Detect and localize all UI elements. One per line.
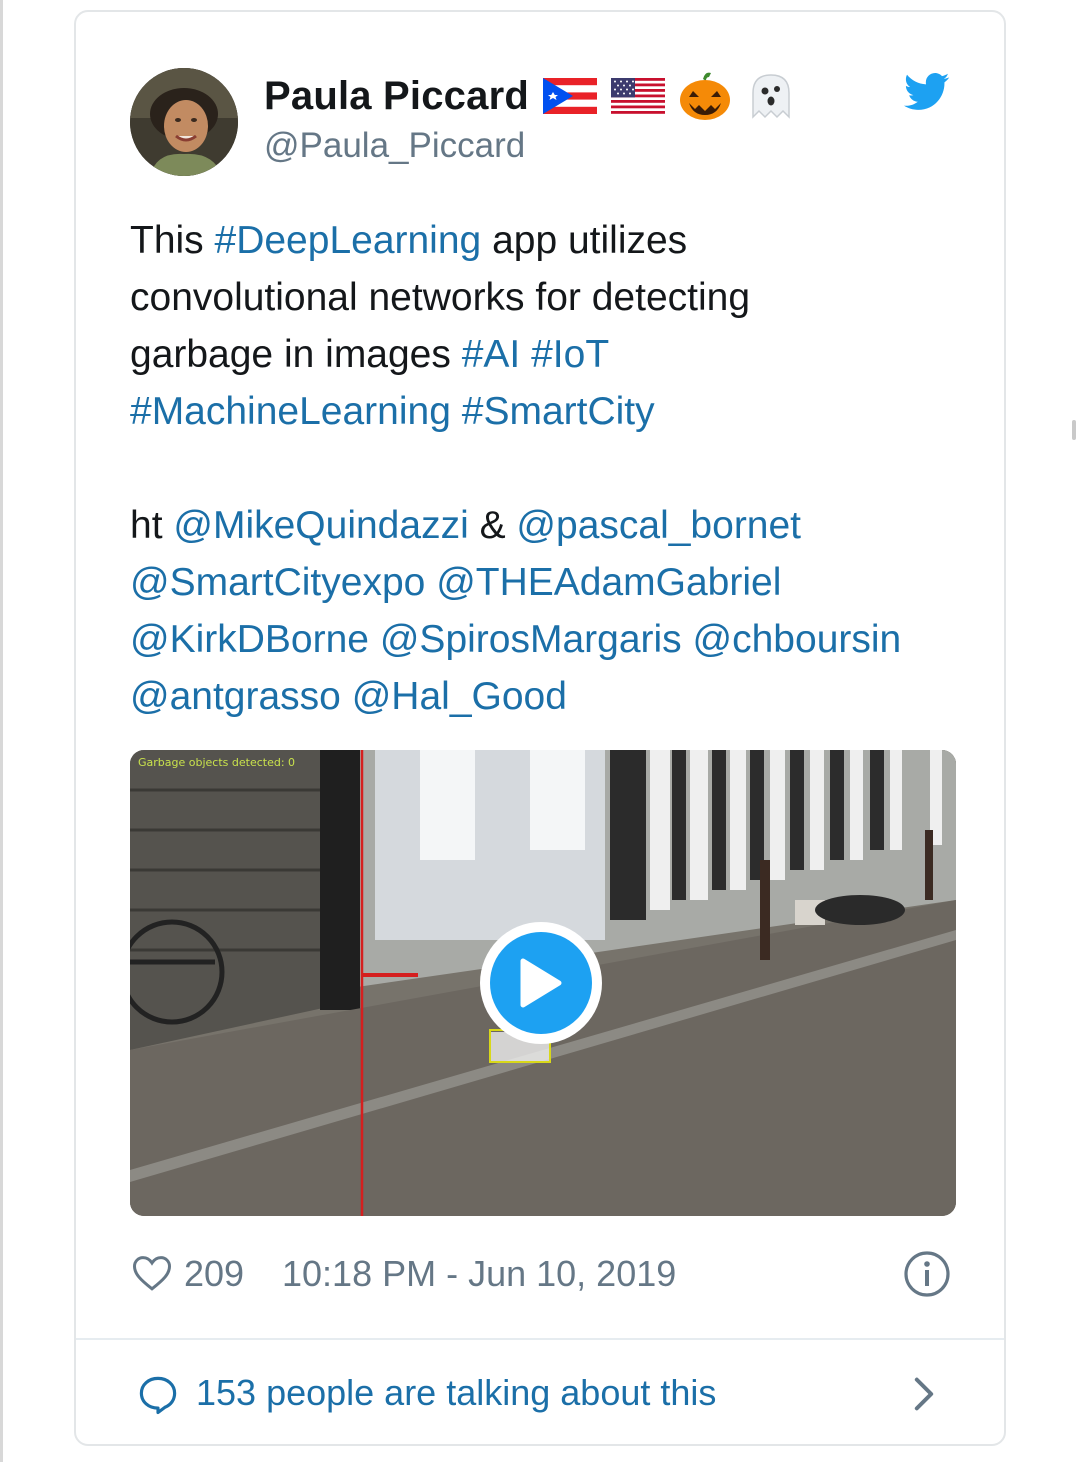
play-button[interactable] bbox=[480, 922, 602, 1044]
author-name-row: Paula Piccard bbox=[264, 70, 795, 122]
tweet-text-segment: ht bbox=[130, 504, 174, 547]
tweet-line: @SmartCityexpo @THEAdamGabriel bbox=[130, 554, 970, 611]
talking-about-text[interactable]: 153 people are talking about this bbox=[196, 1370, 716, 1416]
mention-link[interactable]: @THEAdamGabriel bbox=[436, 561, 781, 604]
tweet-text-segment bbox=[451, 390, 462, 433]
tweet-meta-row: 209 10:18 PM - Jun 10, 2019 bbox=[132, 1250, 952, 1298]
video-player[interactable]: Garbage objects detected: 0 bbox=[130, 750, 956, 1216]
ghost-icon bbox=[752, 74, 790, 119]
info-icon[interactable] bbox=[903, 1250, 951, 1298]
tweet-text-segment bbox=[682, 618, 693, 661]
mention-link[interactable]: @pascal_bornet bbox=[516, 504, 801, 547]
tweet-text-segment: convolutional networks for detecting bbox=[130, 276, 751, 319]
tweet-text-segment: garbage in images bbox=[130, 333, 462, 376]
video-overlay-text: Garbage objects detected: 0 bbox=[138, 756, 296, 769]
speech-bubble-icon bbox=[139, 1376, 177, 1415]
heart-icon[interactable] bbox=[132, 1254, 172, 1292]
page-left-edge bbox=[0, 0, 3, 1462]
hashtag-link[interactable]: #AI bbox=[462, 333, 521, 376]
tweet-text-segment bbox=[369, 618, 380, 661]
tweet-text-segment: app utilizes bbox=[481, 219, 688, 262]
author-display-name[interactable]: Paula Piccard bbox=[264, 74, 529, 119]
like-count[interactable]: 209 bbox=[184, 1252, 244, 1296]
avatar[interactable] bbox=[130, 68, 238, 176]
tweet-text-segment bbox=[425, 561, 436, 604]
mention-link[interactable]: @SpirosMargaris bbox=[380, 618, 682, 661]
tweet-body: This #DeepLearning app utilizes convoluti… bbox=[130, 212, 970, 725]
tweet-line: #MachineLearning #SmartCity bbox=[130, 383, 970, 440]
tweet-text-segment: & bbox=[468, 504, 517, 547]
scrollbar-indicator[interactable] bbox=[1072, 420, 1076, 440]
tweet-line: This #DeepLearning app utilizes bbox=[130, 212, 970, 269]
tweet-timestamp[interactable]: 10:18 PM - Jun 10, 2019 bbox=[282, 1252, 676, 1296]
author-handle[interactable]: @Paula_Piccard bbox=[264, 126, 525, 166]
embedded-tweet-card: Paula Piccard @Paula_Piccard This #DeepL… bbox=[74, 10, 1006, 1446]
tweet-line: ht @MikeQuindazzi & @pascal_bornet bbox=[130, 497, 970, 554]
tweet-line: @antgrasso @Hal_Good bbox=[130, 668, 970, 725]
mention-link[interactable]: @KirkDBorne bbox=[130, 618, 369, 661]
play-icon bbox=[490, 932, 592, 1034]
hashtag-link[interactable]: #DeepLearning bbox=[215, 219, 482, 262]
tweet-text-segment: This bbox=[130, 219, 215, 262]
jack-o-lantern-icon bbox=[679, 72, 730, 120]
mention-link[interactable]: @chboursin bbox=[693, 618, 902, 661]
chevron-right-icon[interactable] bbox=[912, 1376, 936, 1412]
hashtag-link[interactable]: #SmartCity bbox=[462, 390, 655, 433]
mention-link[interactable]: @SmartCityexpo bbox=[130, 561, 425, 604]
divider bbox=[76, 1338, 1004, 1340]
mention-link[interactable]: @MikeQuindazzi bbox=[173, 504, 468, 547]
tweet-text-segment bbox=[520, 333, 531, 376]
us-flag-icon bbox=[610, 78, 665, 114]
hashtag-link[interactable]: #MachineLearning bbox=[130, 390, 451, 433]
mention-link[interactable]: @antgrasso bbox=[130, 675, 341, 718]
tweet-line: garbage in images #AI #IoT bbox=[130, 326, 970, 383]
puerto-rico-flag-icon bbox=[542, 78, 597, 114]
tweet-line: @KirkDBorne @SpirosMargaris @chboursin bbox=[130, 611, 970, 668]
hashtag-link[interactable]: #IoT bbox=[531, 333, 609, 376]
mention-link[interactable]: @Hal_Good bbox=[352, 675, 567, 718]
twitter-logo-icon[interactable] bbox=[904, 72, 950, 112]
tweet-text-segment bbox=[341, 675, 352, 718]
conversation-link[interactable]: 153 people are talking about this bbox=[132, 1368, 952, 1418]
tweet-line: convolutional networks for detecting bbox=[130, 269, 970, 326]
